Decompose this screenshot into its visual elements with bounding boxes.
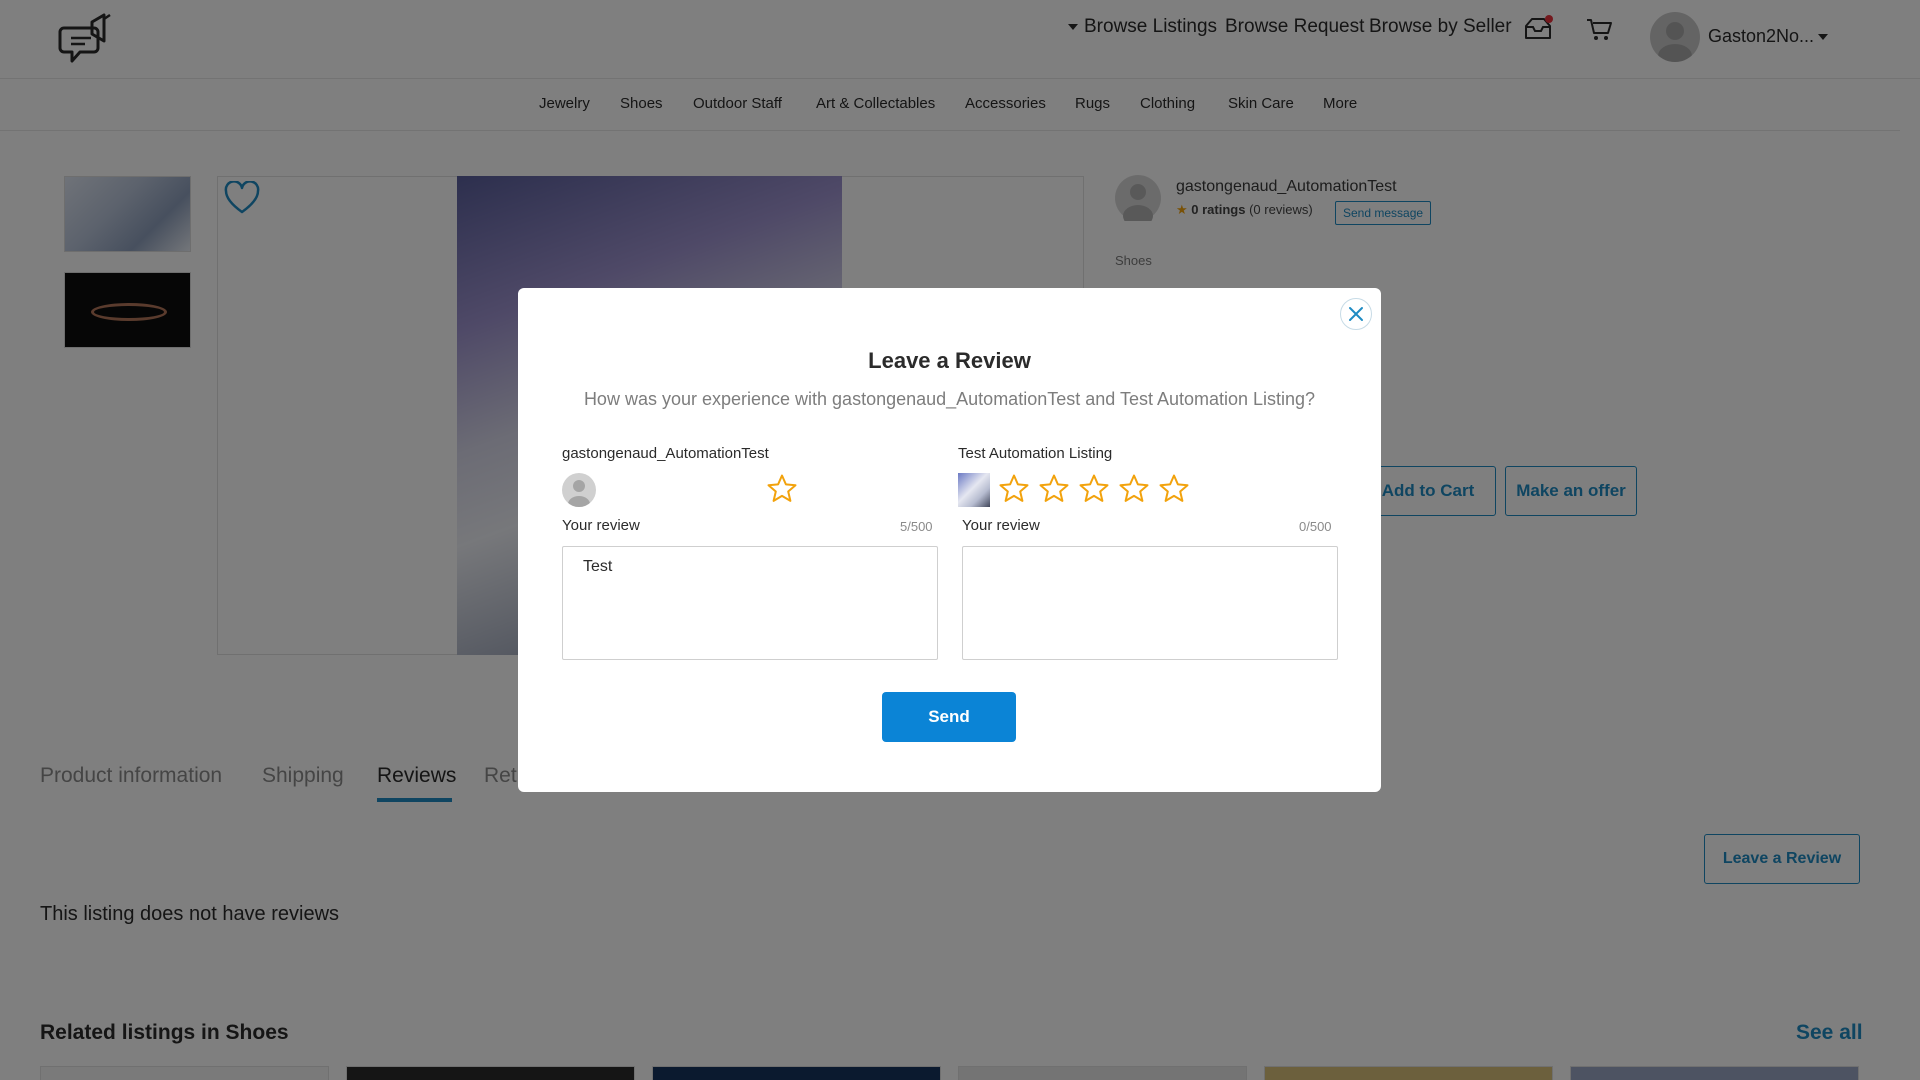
seller-rating-star-icon[interactable] (766, 473, 798, 505)
close-icon (1349, 307, 1363, 321)
listing-rating-star-3-icon[interactable] (1078, 473, 1110, 505)
close-button[interactable] (1340, 298, 1372, 330)
leave-review-modal: Leave a Review How was your experience w… (518, 288, 1381, 792)
seller-review-textarea[interactable]: Test (562, 546, 938, 660)
listing-review-textarea[interactable] (962, 546, 1338, 660)
send-review-button[interactable]: Send (882, 692, 1016, 742)
listing-char-counter: 0/500 (1299, 519, 1332, 534)
seller-avatar-small (562, 473, 596, 507)
listing-rating-star-4-icon[interactable] (1118, 473, 1150, 505)
listing-rating-star-1-icon[interactable] (998, 473, 1030, 505)
seller-your-review-label: Your review (562, 517, 640, 534)
listing-your-review-label: Your review (962, 517, 1040, 534)
listing-review-label: Test Automation Listing (958, 445, 1113, 462)
user-silhouette-icon (568, 480, 590, 507)
modal-title: Leave a Review (868, 348, 1031, 373)
seller-review-label: gastongenaud_AutomationTest (562, 445, 769, 462)
listing-thumbnail (958, 473, 990, 507)
modal-subtitle: How was your experience with gastongenau… (583, 389, 1316, 409)
listing-rating-star-2-icon[interactable] (1038, 473, 1070, 505)
listing-rating-star-5-icon[interactable] (1158, 473, 1190, 505)
seller-char-counter: 5/500 (900, 519, 933, 534)
